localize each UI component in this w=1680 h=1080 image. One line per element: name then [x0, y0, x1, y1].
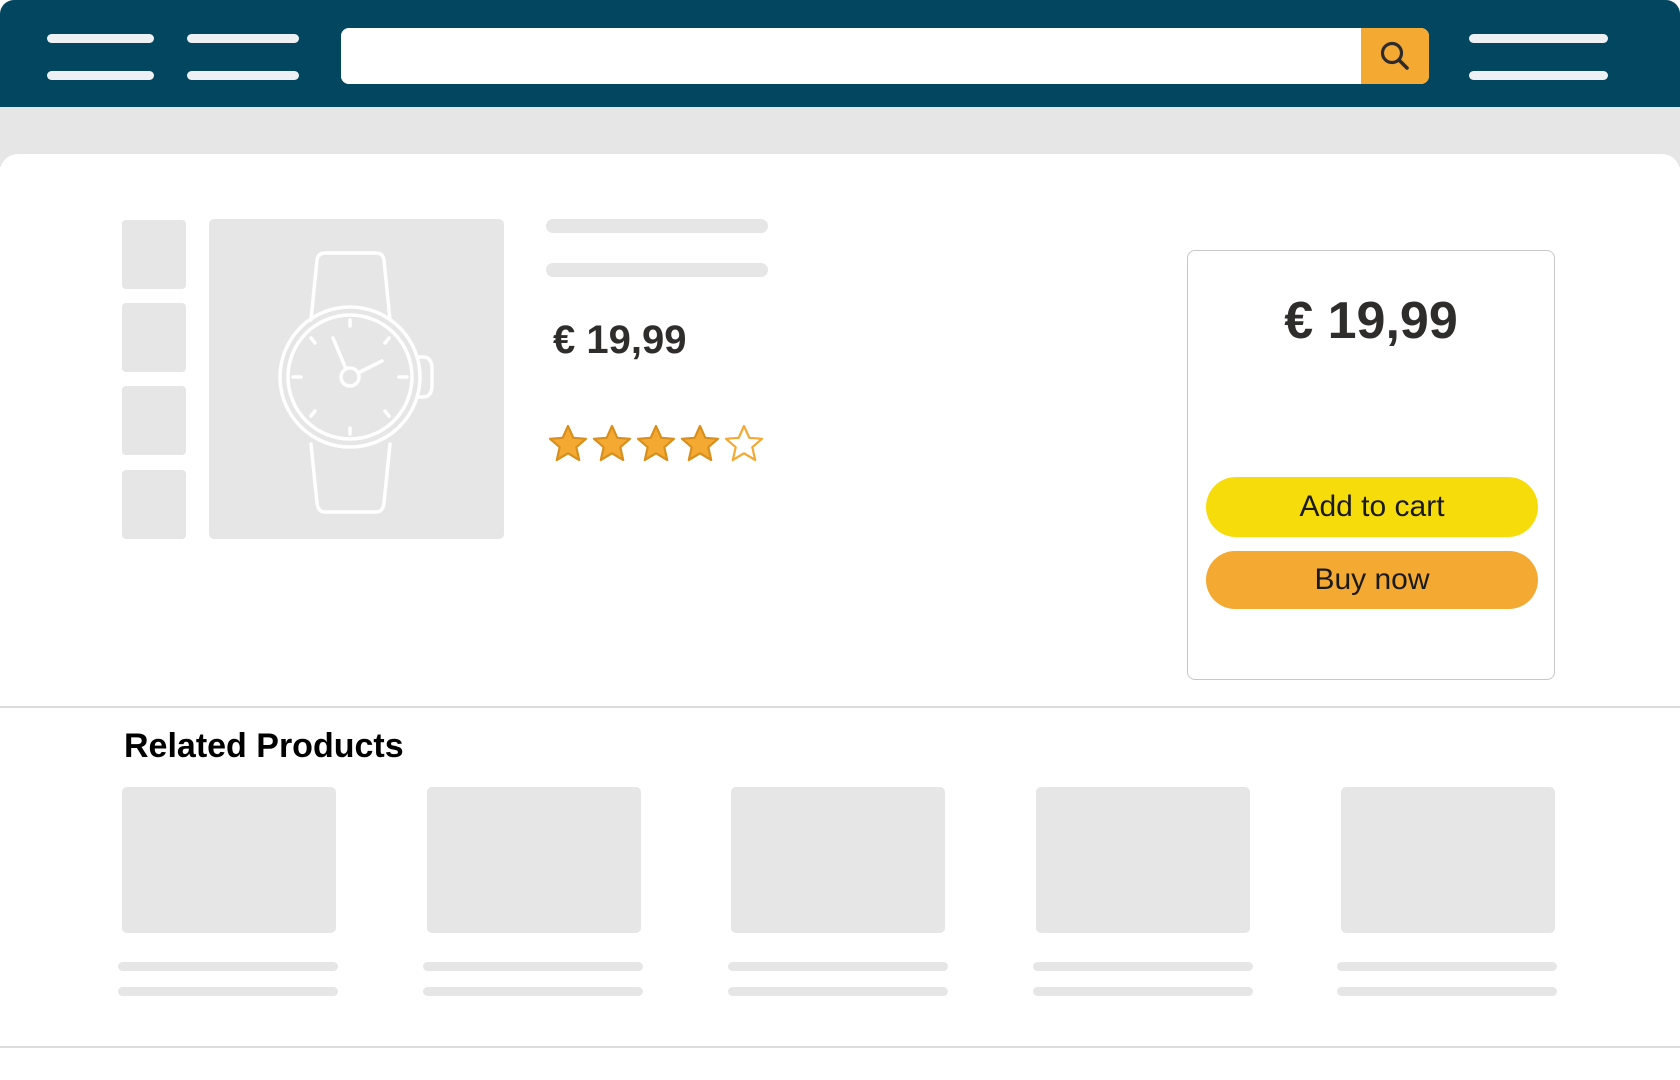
- product-thumbnail[interactable]: [122, 220, 186, 289]
- star-filled-icon: [680, 424, 720, 462]
- nav-menu-line[interactable]: [187, 71, 299, 80]
- add-to-cart-button[interactable]: Add to cart: [1206, 477, 1538, 537]
- nav-menu-line[interactable]: [187, 34, 299, 43]
- related-product-image[interactable]: [731, 787, 945, 933]
- section-divider: [0, 706, 1680, 708]
- related-product-image[interactable]: [122, 787, 336, 933]
- related-products-heading: Related Products: [124, 727, 404, 765]
- star-filled-icon: [548, 424, 588, 462]
- related-product-title-placeholder: [1033, 962, 1253, 971]
- related-product-title-placeholder: [728, 962, 948, 971]
- related-product-image[interactable]: [427, 787, 641, 933]
- related-product-price-placeholder: [118, 987, 338, 996]
- product-thumbnail[interactable]: [122, 470, 186, 539]
- product-price: € 19,99: [553, 318, 687, 362]
- footer-divider: [0, 1046, 1680, 1048]
- related-product-price-placeholder: [1033, 987, 1253, 996]
- star-empty-icon: [724, 424, 764, 462]
- product-main-image[interactable]: [209, 219, 504, 539]
- product-title-placeholder: [546, 219, 768, 233]
- product-thumbnail[interactable]: [122, 386, 186, 455]
- wristwatch-icon: [278, 251, 434, 514]
- star-rating[interactable]: [548, 424, 764, 464]
- star-filled-icon: [592, 424, 632, 462]
- related-product-image[interactable]: [1036, 787, 1250, 933]
- top-navigation-bar: [0, 0, 1680, 107]
- related-product-price-placeholder: [1337, 987, 1557, 996]
- related-product-image[interactable]: [1341, 787, 1555, 933]
- buy-now-button[interactable]: Buy now: [1206, 551, 1538, 609]
- related-product-price-placeholder: [423, 987, 643, 996]
- buy-box-price: € 19,99: [1284, 292, 1458, 350]
- search-icon: [1380, 41, 1409, 70]
- related-product-title-placeholder: [118, 962, 338, 971]
- related-product-title-placeholder: [1337, 962, 1557, 971]
- product-thumbnail[interactable]: [122, 303, 186, 372]
- account-menu-line[interactable]: [1469, 71, 1608, 80]
- buy-box: € 19,99 Add to cart Buy now: [1187, 250, 1555, 680]
- nav-menu-line[interactable]: [47, 71, 154, 80]
- star-filled-icon: [636, 424, 676, 462]
- search-button[interactable]: [1361, 28, 1429, 84]
- related-product-price-placeholder: [728, 987, 948, 996]
- nav-menu-line[interactable]: [47, 34, 154, 43]
- search-input[interactable]: [341, 28, 1361, 84]
- related-product-title-placeholder: [423, 962, 643, 971]
- account-menu-line[interactable]: [1469, 34, 1608, 43]
- search-bar: [341, 28, 1429, 84]
- product-subtitle-placeholder: [546, 263, 768, 277]
